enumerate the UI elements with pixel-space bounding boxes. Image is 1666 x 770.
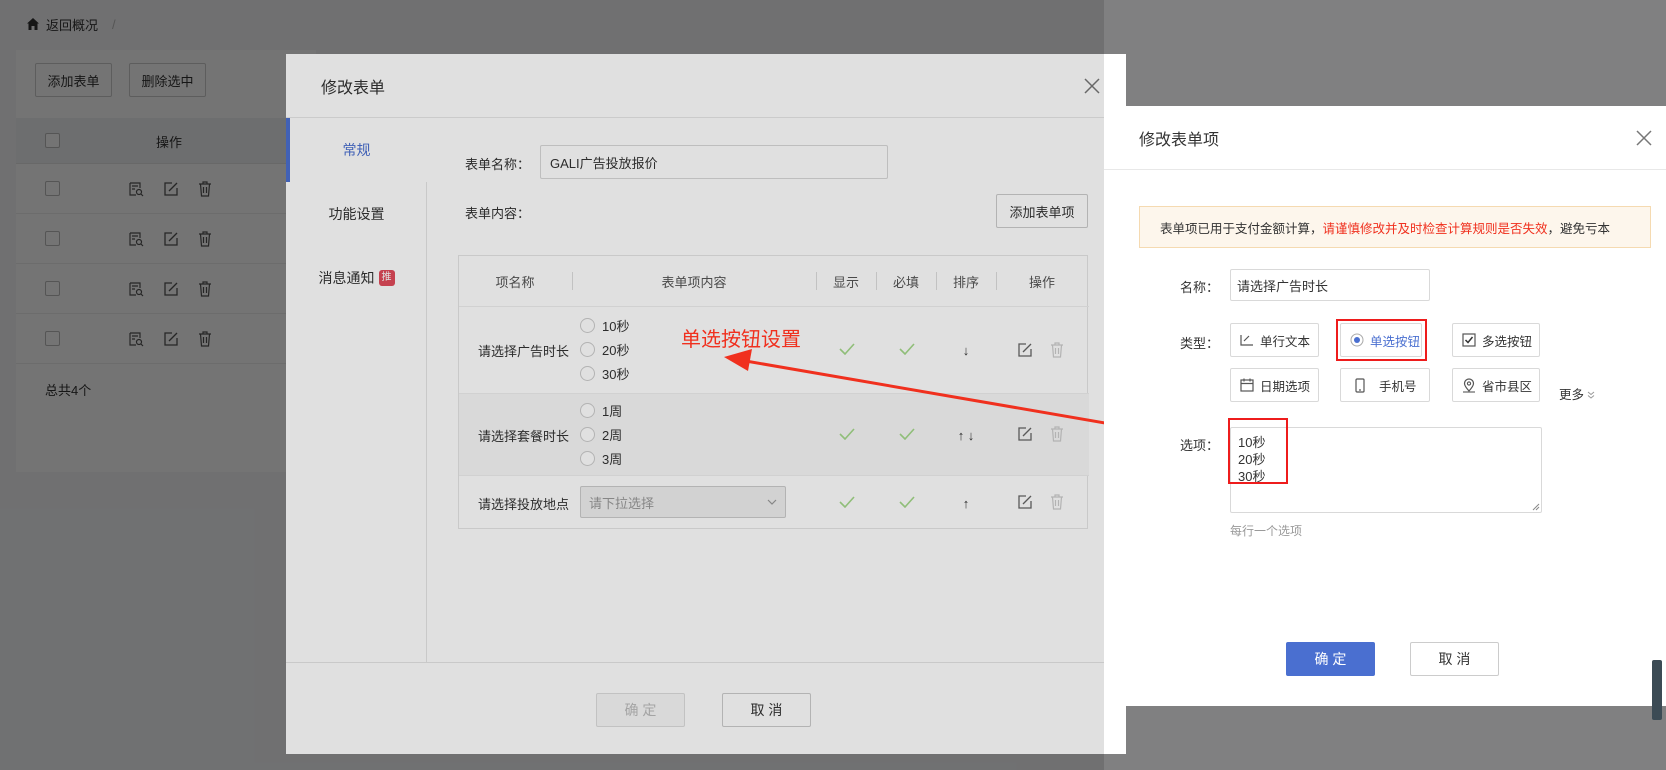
warning-suffix: ，避免亏本 [1547,221,1611,236]
more-types-link[interactable]: 更多 [1559,384,1595,403]
edit-item-title: 修改表单项 [1104,106,1666,170]
type-checkbox-label: 多选按钮 [1482,334,1533,349]
type-phone-label: 手机号 [1379,379,1417,394]
highlight-options [1228,418,1288,484]
more-types-label: 更多 [1559,388,1585,402]
type-date-label: 日期选项 [1260,379,1311,394]
warning-banner: 表单项已用于支付金额计算， 请谨慎修改并及时检查计算规则是否失效 ，避免亏本 [1139,206,1651,248]
type-region-label: 省市县区 [1482,379,1533,394]
edit-form-item-modal: 修改表单项 表单项已用于支付金额计算， 请谨慎修改并及时检查计算规则是否失效 ，… [1104,106,1666,706]
side-widget[interactable] [1652,660,1662,720]
double-chevron-down-icon [1587,391,1595,399]
confirm-button[interactable]: 确 定 [1286,642,1375,676]
resize-handle-icon[interactable] [1532,503,1540,511]
cancel-button[interactable]: 取 消 [1410,642,1499,676]
warning-prefix: 表单项已用于支付金额计算， [1160,221,1323,236]
calendar-icon [1240,378,1254,392]
type-single-text-label: 单行文本 [1260,334,1311,349]
item-name-input[interactable]: 请选择广告时长 [1230,269,1430,301]
type-phone[interactable]: 手机号 [1340,368,1430,402]
options-label: 选项： [1180,438,1220,453]
type-label: 类型： [1180,336,1220,351]
phone-icon [1355,377,1365,393]
type-single-text[interactable]: 单行文本 [1230,323,1319,357]
type-date[interactable]: 日期选项 [1230,368,1319,402]
type-checkbox[interactable]: 多选按钮 [1452,323,1540,357]
close-icon[interactable] [1636,130,1652,146]
warning-emphasis: 请谨慎修改并及时检查计算规则是否失效 [1322,221,1548,236]
location-icon [1463,377,1475,393]
item-name-label: 名称： [1180,280,1220,295]
type-region[interactable]: 省市县区 [1452,368,1540,402]
edit-text-icon [1240,335,1253,346]
options-hint: 每行一个选项 [1230,524,1303,538]
highlight-radio-type [1336,319,1427,361]
checkbox-icon [1462,333,1476,347]
